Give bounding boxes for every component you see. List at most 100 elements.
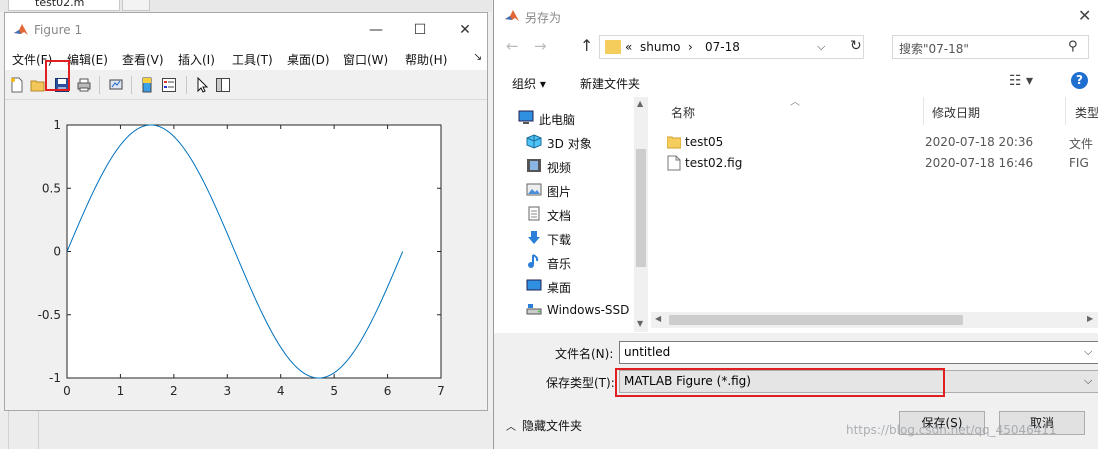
breadcrumb-separator: ›: [688, 40, 693, 54]
nav-item-downloads[interactable]: 下载: [494, 227, 634, 249]
menu-insert[interactable]: 插入(I): [178, 51, 215, 68]
column-header-type[interactable]: 类型: [1075, 104, 1098, 121]
colorbar-icon[interactable]: [139, 77, 155, 93]
menu-window[interactable]: 窗口(W): [343, 51, 388, 68]
back-arrow-icon[interactable]: ←: [506, 37, 519, 55]
legend-icon[interactable]: [161, 77, 177, 93]
file-icon: [667, 155, 681, 171]
figure-window: Figure 1 — ☐ ✕ 文件(F) 编辑(E) 查看(V) 插入(I) 工…: [4, 12, 488, 411]
search-input[interactable]: 搜索"07-18" ⚲: [892, 35, 1089, 59]
nav-item-3d-objects[interactable]: 3D 对象: [494, 131, 634, 153]
new-figure-icon[interactable]: [9, 77, 25, 93]
computer-icon: [518, 110, 534, 124]
hide-folders-label: 隐藏文件夹: [522, 419, 583, 433]
scroll-right-icon[interactable]: ▶: [1087, 314, 1093, 323]
chevron-down-icon[interactable]: ⌵: [817, 40, 825, 54]
help-icon[interactable]: ?: [1071, 72, 1088, 89]
horizontal-scroll-thumb[interactable]: [669, 315, 963, 325]
chevron-down-icon[interactable]: ⌵: [1084, 374, 1092, 388]
file-row[interactable]: test02.fig 2020-07-18 16:46 FIG: [661, 152, 1098, 174]
maximize-button[interactable]: ☐: [405, 19, 435, 41]
matlab-logo-icon: [505, 10, 519, 21]
file-name: test02.fig: [685, 156, 743, 170]
axes-box: [66, 124, 442, 379]
up-arrow-icon[interactable]: ↑: [580, 36, 593, 55]
dialog-close-button[interactable]: ✕: [1078, 6, 1091, 25]
menu-help[interactable]: 帮助(H): [405, 51, 447, 68]
scroll-left-icon[interactable]: ◀: [655, 314, 661, 323]
menu-tools[interactable]: 工具(T): [232, 51, 273, 68]
breadcrumb-shumo[interactable]: shumo: [640, 40, 681, 54]
nav-item-label: 图片: [547, 185, 572, 199]
nav-item-this-pc[interactable]: 此电脑: [494, 107, 634, 129]
breadcrumb-07-18[interactable]: 07-18: [705, 40, 740, 54]
minimize-button[interactable]: —: [361, 19, 391, 41]
matlab-logo-icon: [14, 24, 28, 35]
y-tick-label: 0: [53, 245, 61, 259]
nav-item-label: 此电脑: [539, 113, 576, 127]
editor-tab-label: test02.m: [35, 0, 85, 9]
hide-folders-toggle[interactable]: ︿ 隐藏文件夹: [506, 417, 582, 434]
nav-item-label: 3D 对象: [547, 137, 592, 151]
open-folder-icon[interactable]: [30, 77, 46, 93]
nav-item-pictures[interactable]: 图片: [494, 179, 634, 201]
menu-view[interactable]: 查看(V): [122, 51, 164, 68]
figure-canvas[interactable]: 0 1 2 3 4 5 6 7 1 0.5 0 -0.5 -1: [5, 101, 487, 410]
scroll-up-icon[interactable]: ▲: [637, 99, 643, 108]
menu-desktop[interactable]: 桌面(D): [287, 51, 330, 68]
filetype-highlight: [615, 368, 945, 397]
y-tick-label: -1: [49, 371, 61, 385]
plot-area: 0 1 2 3 4 5 6 7 1 0.5 0 -0.5 -1: [38, 118, 445, 398]
scroll-down-icon[interactable]: ▼: [637, 319, 643, 328]
figure-menubar: 文件(F) 编辑(E) 查看(V) 插入(I) 工具(T) 桌面(D) 窗口(W…: [5, 46, 487, 70]
forward-arrow-icon[interactable]: →: [534, 37, 547, 55]
file-date: 2020-07-18 20:36: [925, 135, 1034, 149]
search-placeholder: 搜索"07-18": [899, 42, 969, 56]
editor-background: [0, 411, 492, 449]
nav-scrollbar[interactable]: ▲ ▼: [634, 97, 648, 332]
close-button[interactable]: ✕: [450, 19, 480, 41]
nav-item-videos[interactable]: 视频: [494, 155, 634, 177]
address-bar[interactable]: « shumo › 07-18 ⌵ ↻: [599, 35, 864, 59]
pictures-icon: [526, 183, 542, 196]
refresh-icon[interactable]: ↻: [850, 38, 862, 54]
print-icon[interactable]: [76, 77, 92, 93]
nav-item-label: 下载: [547, 233, 572, 247]
search-icon[interactable]: ⚲: [1068, 39, 1078, 54]
horizontal-scrollbar[interactable]: ◀ ▶: [651, 312, 1098, 328]
new-folder-button[interactable]: 新建文件夹: [580, 75, 640, 92]
pointer-icon[interactable]: [194, 77, 210, 93]
organize-button[interactable]: 组织 ▾: [512, 75, 546, 92]
nav-item-documents[interactable]: 文档: [494, 203, 634, 225]
menu-overflow-icon[interactable]: ↘: [473, 50, 482, 63]
dialog-titlebar[interactable]: 另存为 ✕: [494, 0, 1098, 32]
filename-field[interactable]: untitled ⌵: [619, 341, 1098, 364]
menu-edit[interactable]: 编辑(E): [67, 51, 108, 68]
property-editor-icon[interactable]: [215, 77, 231, 93]
video-icon: [527, 159, 541, 172]
file-type: 文件: [1069, 137, 1094, 151]
nav-item-label: 视频: [547, 161, 572, 175]
nav-item-music[interactable]: 音乐: [494, 251, 634, 273]
chevron-down-icon[interactable]: ⌵: [1084, 345, 1092, 359]
nav-item-windows-ssd[interactable]: Windows-SSD: [494, 299, 634, 321]
nav-scroll-thumb[interactable]: [636, 149, 646, 267]
editor-new-tab[interactable]: [122, 0, 150, 11]
x-tick-label: 6: [384, 384, 392, 398]
breadcrumb-overflow[interactable]: «: [625, 40, 632, 54]
nav-item-desktop[interactable]: 桌面: [494, 275, 634, 297]
folder-icon: [667, 136, 681, 149]
column-header-name[interactable]: 名称: [671, 104, 695, 121]
view-options-icon[interactable]: ☷ ▾: [1009, 73, 1033, 89]
downloads-icon: [528, 231, 540, 244]
column-header-date[interactable]: 修改日期: [932, 104, 980, 121]
link-plot-icon[interactable]: [108, 77, 124, 93]
figure-titlebar[interactable]: Figure 1 — ☐ ✕: [5, 13, 487, 46]
figure-toolbar: [5, 70, 487, 100]
sort-up-icon: ︿: [790, 97, 800, 108]
editor-tab[interactable]: test02.m: [8, 0, 120, 11]
y-tick-label: -0.5: [38, 308, 61, 322]
watermark: https://blog.csdn.net/qq_45046411: [846, 423, 1057, 437]
file-date: 2020-07-18 16:46: [925, 156, 1034, 170]
file-row[interactable]: test05 2020-07-18 20:36 文件: [661, 131, 1098, 153]
